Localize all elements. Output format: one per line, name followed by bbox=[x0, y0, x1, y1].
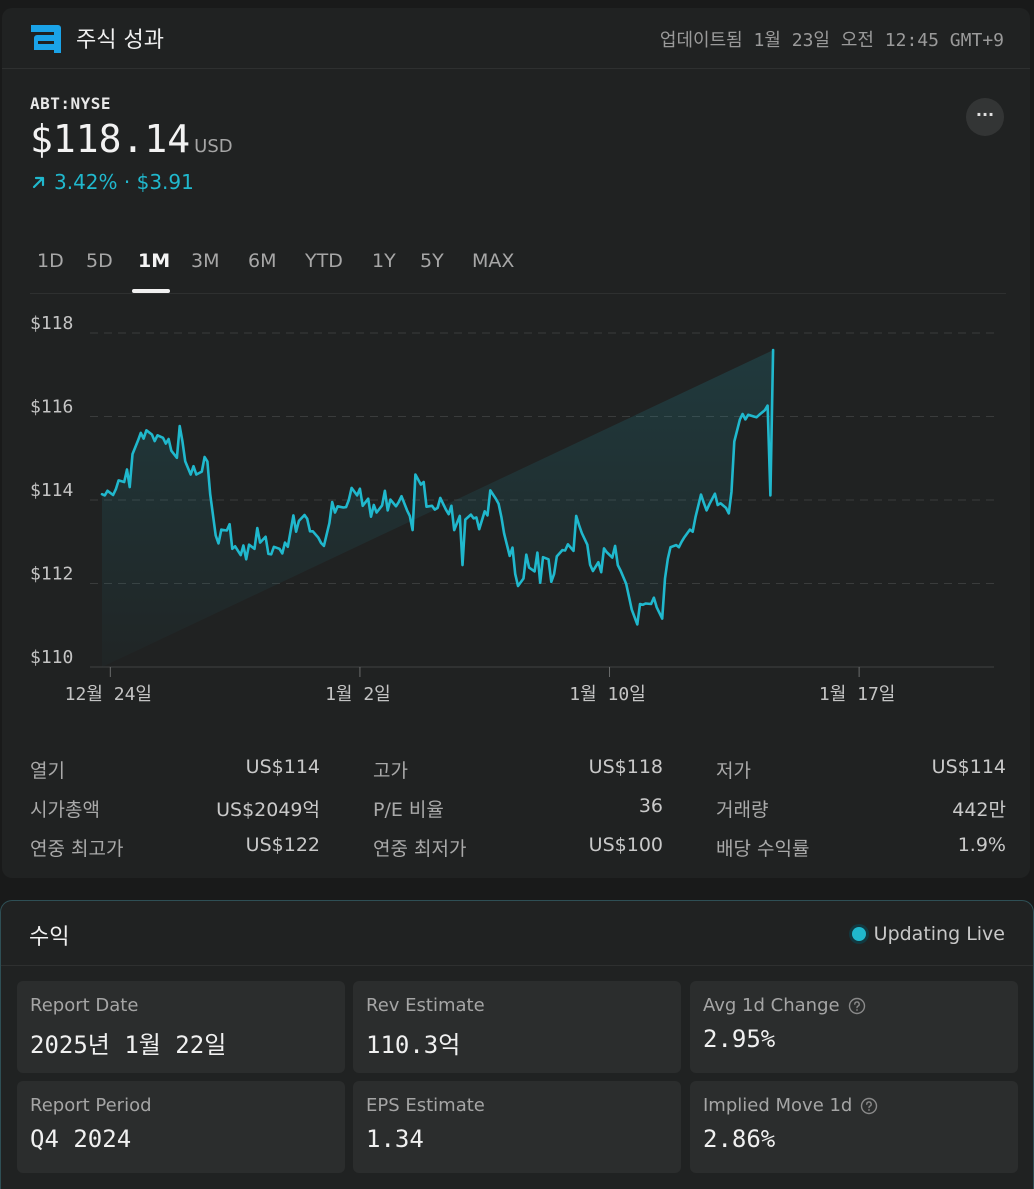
earnings-avg-1d-change: Avg 1d Change 2.95% bbox=[690, 981, 1018, 1073]
tab-1y[interactable]: 1Y bbox=[372, 250, 396, 272]
stat-label: 배당 수익률 bbox=[716, 838, 810, 860]
live-indicator-dot bbox=[851, 927, 866, 941]
time-range-tabs: 1D 5D 1M 3M 6M YTD 1Y 5Y MAX bbox=[30, 238, 1006, 294]
y-tick-label: $112 bbox=[30, 564, 73, 585]
x-tick-label: 12월 24일 bbox=[65, 684, 152, 705]
earnings-value: 2025년 1월 22일 bbox=[30, 1031, 227, 1059]
earnings-value: Q4 2024 bbox=[30, 1125, 132, 1153]
stat-value: US$122 bbox=[245, 834, 320, 856]
y-tick-label: $114 bbox=[30, 480, 73, 501]
tab-1d[interactable]: 1D bbox=[37, 250, 64, 272]
earnings-rev-estimate: Rev Estimate 110.3억 bbox=[353, 981, 681, 1073]
earnings-eps-estimate: EPS Estimate 1.34 bbox=[353, 1081, 681, 1173]
live-status: Updating Live bbox=[851, 923, 1005, 945]
label-text: Avg 1d Change bbox=[703, 995, 840, 1016]
stat-label: 시가총액 bbox=[30, 799, 100, 821]
tab-3m[interactable]: 3M bbox=[191, 250, 219, 272]
stat-label: 저가 bbox=[716, 760, 751, 782]
stat-value: US$118 bbox=[588, 756, 663, 778]
tab-ytd[interactable]: YTD bbox=[305, 250, 343, 272]
stat-label: 고가 bbox=[373, 760, 408, 782]
stat-value: US$114 bbox=[931, 756, 1006, 778]
earnings-label: Report Date bbox=[30, 995, 138, 1016]
stat-value: 442만 bbox=[952, 799, 1006, 821]
earnings-value: 1.34 bbox=[366, 1125, 424, 1153]
ticker-symbol: ABT:NYSE bbox=[30, 94, 112, 113]
stat-value: US$114 bbox=[245, 756, 320, 778]
stock-performance-card: 주식 성과 업데이트됨 1월 23일 오전 12:45 GMT+9 ABT:NY… bbox=[2, 8, 1030, 878]
active-tab-indicator bbox=[132, 289, 170, 293]
price-change: 3.42% · $3.91 bbox=[30, 170, 194, 194]
stat-label: 연중 최고가 bbox=[30, 838, 124, 860]
earnings-value: 2.95% bbox=[703, 1025, 776, 1053]
label-text: Implied Move 1d bbox=[703, 1095, 853, 1116]
stat-label: 거래량 bbox=[716, 799, 769, 821]
divider bbox=[1, 965, 1033, 966]
y-tick-label: $118 bbox=[30, 313, 73, 334]
earnings-label: Report Period bbox=[30, 1095, 152, 1116]
earnings-value: 110.3억 bbox=[366, 1031, 461, 1059]
earnings-label: EPS Estimate bbox=[366, 1095, 485, 1116]
stat-label: P/E 비율 bbox=[373, 799, 444, 821]
earnings-card: 수익 Updating Live Report Date 2025년 1월 22… bbox=[0, 900, 1034, 1189]
currency-label: USD bbox=[194, 136, 233, 157]
stat-high: 고가 US$118 bbox=[373, 756, 663, 784]
stat-value: 36 bbox=[638, 795, 663, 817]
stat-52w-low: 연중 최저가 US$100 bbox=[373, 834, 663, 862]
earnings-value: 2.86% bbox=[703, 1125, 776, 1153]
stat-value: US$100 bbox=[588, 834, 663, 856]
stat-label: 열기 bbox=[30, 760, 65, 782]
tab-6m[interactable]: 6M bbox=[248, 250, 276, 272]
last-updated-text: 업데이트됨 1월 23일 오전 12:45 GMT+9 bbox=[659, 30, 1004, 51]
earnings-title: 수익 bbox=[29, 925, 70, 950]
x-tick-label: 1월 10일 bbox=[569, 684, 645, 705]
earnings-report-date: Report Date 2025년 1월 22일 bbox=[17, 981, 345, 1073]
card-header: 주식 성과 업데이트됨 1월 23일 오전 12:45 GMT+9 bbox=[2, 8, 1030, 69]
tab-5y[interactable]: 5Y bbox=[420, 250, 444, 272]
price-change-text: 3.42% · $3.91 bbox=[54, 170, 194, 194]
label-text: Report Date bbox=[30, 995, 139, 1016]
earnings-label: Avg 1d Change bbox=[703, 995, 866, 1016]
more-options-button[interactable]: ··· bbox=[966, 98, 1004, 136]
card-title: 주식 성과 bbox=[76, 28, 164, 53]
stat-value: 1.9% bbox=[957, 834, 1006, 856]
label-text: EPS Estimate bbox=[366, 1095, 485, 1116]
earnings-report-period: Report Period Q4 2024 bbox=[17, 1081, 345, 1173]
earnings-implied-move-1d: Implied Move 1d 2.86% bbox=[690, 1081, 1018, 1173]
price-chart[interactable]: $118 $116 $114 $112 $110 12월 24일 1월 2일 1월 10일 1월… bbox=[2, 308, 1030, 728]
earnings-label: Implied Move 1d bbox=[703, 1095, 878, 1116]
stat-market-cap: 시가총액 US$2049억 bbox=[30, 795, 320, 823]
label-text: Report Period bbox=[30, 1095, 152, 1116]
x-tick-label: 1월 17일 bbox=[819, 684, 895, 705]
live-status-text: Updating Live bbox=[873, 923, 1005, 945]
y-tick-label: $116 bbox=[30, 397, 73, 418]
earnings-label: Rev Estimate bbox=[366, 995, 485, 1016]
stat-low: 저가 US$114 bbox=[716, 756, 1006, 784]
help-icon[interactable] bbox=[860, 1097, 878, 1115]
price-row: $118.14 USD bbox=[30, 117, 233, 161]
stat-open: 열기 US$114 bbox=[30, 756, 320, 784]
stat-dividend-yield: 배당 수익률 1.9% bbox=[716, 834, 1006, 862]
x-tick-label: 1월 2일 bbox=[325, 684, 391, 705]
tab-1m[interactable]: 1M bbox=[138, 250, 170, 272]
abbott-logo-icon bbox=[31, 25, 61, 53]
tab-5d[interactable]: 5D bbox=[86, 250, 113, 272]
stat-value: US$2049억 bbox=[216, 799, 320, 821]
label-text: Rev Estimate bbox=[366, 995, 485, 1016]
stat-pe-ratio: P/E 비율 36 bbox=[373, 795, 663, 823]
tab-max[interactable]: MAX bbox=[472, 250, 514, 272]
trend-up-arrow-icon bbox=[32, 176, 45, 189]
current-price: $118.14 bbox=[30, 117, 191, 161]
stat-label: 연중 최저가 bbox=[373, 838, 467, 860]
stat-52w-high: 연중 최고가 US$122 bbox=[30, 834, 320, 862]
y-tick-label: $110 bbox=[30, 647, 73, 668]
help-icon[interactable] bbox=[848, 997, 866, 1015]
stat-volume: 거래량 442만 bbox=[716, 795, 1006, 823]
